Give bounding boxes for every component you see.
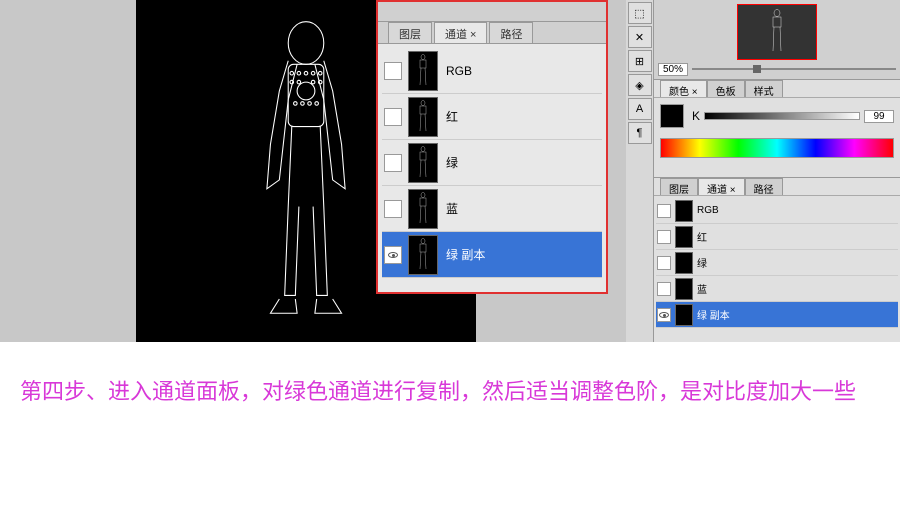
tab-layers[interactable]: 图层 — [388, 22, 432, 43]
channel-name: 蓝 — [446, 200, 458, 217]
channel-thumb — [675, 278, 693, 300]
color-value[interactable]: 99 — [864, 110, 894, 123]
visibility-toggle[interactable] — [384, 154, 402, 172]
channel-name: 绿 副本 — [697, 307, 730, 322]
text-tool-icon[interactable]: A — [628, 98, 652, 120]
panel-tabs: 图层 通道 × 路径 — [378, 22, 606, 44]
zoom-handle[interactable] — [753, 65, 761, 73]
tab-styles[interactable]: 样式 — [745, 80, 783, 97]
color-label: K — [692, 109, 700, 123]
tool-icon[interactable]: ⊞ — [628, 50, 652, 72]
channel-name: 绿 副本 — [446, 246, 485, 263]
tool-icon[interactable]: ⬚ — [628, 2, 652, 24]
visibility-toggle[interactable] — [657, 204, 671, 218]
tab-swatches[interactable]: 色板 — [707, 80, 745, 97]
zoom-slider[interactable] — [692, 68, 896, 70]
workspace-gray-left — [0, 0, 136, 342]
visibility-toggle[interactable] — [384, 246, 402, 264]
tab-paths[interactable]: 路径 — [489, 22, 533, 43]
visibility-toggle[interactable] — [384, 62, 402, 80]
channel-thumb — [408, 235, 438, 275]
tab-layers-sm[interactable]: 图层 — [660, 178, 698, 195]
tab-channels-sm[interactable]: 通道 × — [698, 178, 745, 195]
visibility-toggle[interactable] — [657, 256, 671, 270]
color-spectrum[interactable] — [660, 138, 894, 158]
channel-name: 绿 — [446, 154, 458, 171]
channel-thumb — [675, 226, 693, 248]
sm-channel-green[interactable]: 绿 — [656, 250, 898, 276]
tool-icon[interactable]: ✕ — [628, 26, 652, 48]
channel-red[interactable]: 红 — [382, 94, 602, 140]
channel-rgb[interactable]: RGB — [382, 48, 602, 94]
channel-thumb — [408, 143, 438, 183]
channel-name: 蓝 — [697, 281, 707, 296]
channel-thumb — [675, 252, 693, 274]
visibility-toggle[interactable] — [657, 308, 671, 322]
sm-channel-blue[interactable]: 蓝 — [656, 276, 898, 302]
visibility-toggle[interactable] — [657, 230, 671, 244]
tool-strip: ⬚ ✕ ⊞ ◈ A ¶ — [626, 0, 654, 342]
channel-name: 红 — [446, 108, 458, 125]
channel-thumb — [408, 51, 438, 91]
foreground-color[interactable] — [660, 104, 684, 128]
channel-list: RGB 红 绿 蓝 绿 副本 — [378, 44, 606, 282]
sm-channel-green-copy[interactable]: 绿 副本 — [656, 302, 898, 328]
channel-name: 红 — [697, 229, 707, 244]
canvas-image — [216, 11, 396, 331]
channel-green[interactable]: 绿 — [382, 140, 602, 186]
color-slider[interactable] — [704, 112, 860, 120]
paragraph-tool-icon[interactable]: ¶ — [628, 122, 652, 144]
panel-header — [378, 2, 606, 22]
instruction-caption: 第四步、进入通道面板，对绿色通道进行复制，然后适当调整色阶，是对比度加大一些 — [20, 370, 880, 414]
channel-blue[interactable]: 蓝 — [382, 186, 602, 232]
sm-channel-rgb[interactable]: RGB — [656, 198, 898, 224]
small-channels-panel: 图层 通道 × 路径 RGB 红 绿 蓝 绿 副本 — [654, 178, 900, 342]
channel-thumb — [408, 189, 438, 229]
eye-icon — [659, 312, 669, 318]
color-panel: 颜色 × 色板 样式 K 99 — [654, 80, 900, 178]
channel-thumb — [408, 97, 438, 137]
visibility-toggle[interactable] — [657, 282, 671, 296]
channel-name: RGB — [446, 64, 472, 78]
navigator-thumb[interactable] — [737, 4, 817, 60]
channels-panel: 图层 通道 × 路径 RGB 红 绿 蓝 绿 副本 — [376, 0, 608, 294]
channel-thumb — [675, 304, 693, 326]
tool-icon[interactable]: ◈ — [628, 74, 652, 96]
visibility-toggle[interactable] — [384, 200, 402, 218]
channel-thumb — [675, 200, 693, 222]
right-dock: ⬚ ✕ ⊞ ◈ A ¶ 50% 颜色 × 色板 样式 K — [626, 0, 900, 342]
channel-name: 绿 — [697, 255, 707, 270]
zoom-value[interactable]: 50% — [658, 63, 688, 76]
tab-channels[interactable]: 通道 × — [434, 22, 487, 43]
tab-paths-sm[interactable]: 路径 — [745, 178, 783, 195]
channel-name: RGB — [697, 205, 719, 216]
tab-color[interactable]: 颜色 × — [660, 80, 707, 97]
eye-icon — [388, 252, 398, 258]
sm-channel-red[interactable]: 红 — [656, 224, 898, 250]
visibility-toggle[interactable] — [384, 108, 402, 126]
channel-green-copy[interactable]: 绿 副本 — [382, 232, 602, 278]
navigator-panel: 50% — [654, 0, 900, 80]
